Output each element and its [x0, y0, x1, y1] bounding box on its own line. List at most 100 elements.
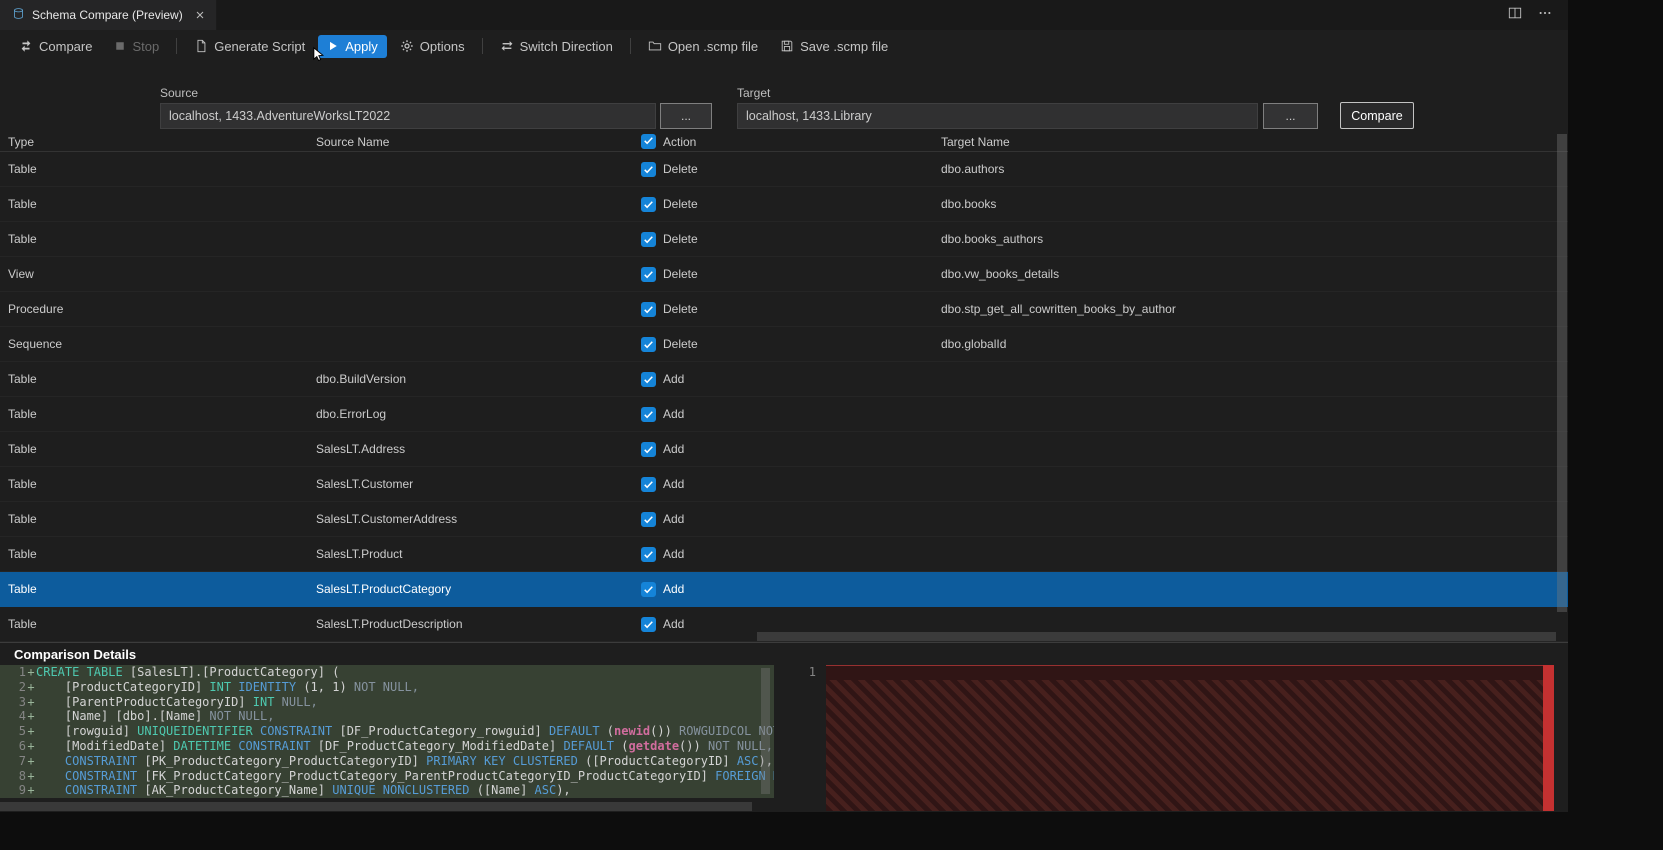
include-checkbox[interactable]	[640, 336, 656, 352]
row-action: Delete	[663, 337, 698, 351]
row-type: View	[8, 267, 34, 281]
row-type: Table	[8, 582, 37, 596]
target-browse-button[interactable]: ...	[1263, 103, 1318, 129]
table-row[interactable]: Table dbo.ErrorLog Add	[0, 397, 1568, 432]
diff-add-marker: +	[27, 694, 35, 709]
row-action: Add	[663, 372, 685, 386]
diff-left-horizontal-scrollbar[interactable]	[0, 802, 752, 811]
row-action: Add	[663, 617, 685, 631]
code-line-content: [rowguid] UNIQUEIDENTIFIER CONSTRAINT [D…	[36, 724, 774, 739]
editor-actions	[1508, 6, 1568, 25]
include-checkbox[interactable]	[640, 511, 656, 527]
table-row[interactable]: Table dbo.BuildVersion Add	[0, 362, 1568, 397]
tab-schema-compare[interactable]: Schema Compare (Preview)	[0, 0, 217, 30]
include-checkbox[interactable]	[640, 231, 656, 247]
diff-overview-ruler	[1543, 665, 1554, 811]
target-input[interactable]	[737, 103, 1258, 129]
include-checkbox[interactable]	[640, 161, 656, 177]
column-header-source-name[interactable]: Source Name	[316, 135, 633, 149]
include-checkbox[interactable]	[640, 196, 656, 212]
line-number: 7	[18, 753, 26, 768]
include-checkbox[interactable]	[640, 441, 656, 457]
compare-button[interactable]: Compare	[10, 35, 101, 58]
row-action: Delete	[663, 267, 698, 281]
code-line-content: [Name] [dbo].[Name] NOT NULL,	[36, 709, 275, 724]
row-action: Add	[663, 442, 685, 456]
table-row[interactable]: View Delete dbo.vw_books_details	[0, 257, 1568, 292]
row-target-name: dbo.stp_get_all_cowritten_books_by_autho…	[941, 302, 1176, 316]
row-action: Delete	[663, 197, 698, 211]
row-type: Sequence	[8, 337, 63, 351]
tab-bar: Schema Compare (Preview)	[0, 0, 1568, 30]
compare-icon	[19, 39, 33, 53]
table-row[interactable]: Table Delete dbo.books	[0, 187, 1568, 222]
table-row[interactable]: Table Delete dbo.books_authors	[0, 222, 1568, 257]
table-row[interactable]: Table SalesLT.Product Add	[0, 537, 1568, 572]
diff-add-marker: +	[27, 753, 35, 768]
code-line-content: CREATE TABLE [SalesLT].[ProductCategory]…	[36, 665, 340, 679]
line-number: 8	[18, 768, 26, 783]
diff-removed-first-line	[826, 665, 1543, 680]
toolbar-item-label: Compare	[39, 38, 93, 54]
split-editor-icon[interactable]	[1508, 6, 1522, 25]
code-line-content: CONSTRAINT [FK_ProductCategory_ProductCa…	[36, 768, 774, 783]
compare-run-button[interactable]: Compare	[1340, 102, 1414, 129]
code-line: 7 + CONSTRAINT [PK_ProductCategory_Produc…	[0, 753, 774, 769]
include-checkbox[interactable]	[640, 371, 656, 387]
toolbar-item-label: Open .scmp file	[667, 38, 759, 54]
line-number: 3	[18, 694, 26, 709]
toolbar-item-label: Switch Direction	[519, 38, 613, 54]
row-type: Table	[8, 372, 37, 386]
grid-vertical-scrollbar[interactable]	[1556, 134, 1568, 622]
include-checkbox[interactable]	[640, 546, 656, 562]
generate-script-button[interactable]: Generate Script	[185, 35, 314, 58]
row-action: Add	[663, 407, 685, 421]
diff-left-vertical-scrollbar[interactable]	[761, 668, 770, 794]
row-source-name: SalesLT.ProductDescription	[316, 617, 463, 631]
stop-button[interactable]: Stop	[105, 35, 168, 58]
grid-horizontal-scrollbar[interactable]	[757, 632, 1556, 641]
line-number: 9	[18, 783, 26, 798]
switch-direction-button[interactable]: Switch Direction	[491, 35, 622, 58]
row-source-name: dbo.ErrorLog	[316, 407, 387, 421]
include-checkbox[interactable]	[640, 581, 656, 597]
column-header-target-name[interactable]: Target Name	[941, 135, 1253, 149]
column-header-action[interactable]: Action	[663, 135, 941, 149]
source-browse-button[interactable]: ...	[660, 103, 712, 129]
toolbar-item-label: Generate Script	[214, 38, 306, 54]
code-line: 5 + [rowguid] UNIQUEIDENTIFIER CONSTRAINT…	[0, 724, 774, 739]
open-scmp-button[interactable]: Open .scmp file	[639, 35, 767, 58]
save-scmp-button[interactable]: Save .scmp file	[771, 35, 897, 58]
table-row[interactable]: Sequence Delete dbo.globalId	[0, 327, 1568, 362]
options-button[interactable]: Options	[391, 35, 474, 58]
code-line: 8 + CONSTRAINT [FK_ProductCategory_Produc…	[0, 768, 774, 784]
row-type: Table	[8, 162, 37, 176]
results-grid: Type Source Name Action Target Name Tabl…	[0, 132, 1568, 642]
include-checkbox[interactable]	[640, 301, 656, 317]
include-checkbox[interactable]	[640, 616, 656, 632]
code-line: 3 + [ParentProductCategoryID] INT NULL,	[0, 694, 774, 710]
scrollbar-thumb[interactable]	[1557, 134, 1567, 612]
more-actions-icon[interactable]	[1538, 6, 1552, 25]
diff-right-line-number: 1	[808, 665, 816, 679]
row-target-name: dbo.books	[941, 197, 997, 211]
select-all-checkbox[interactable]	[640, 134, 656, 149]
table-row[interactable]: Table SalesLT.Customer Add	[0, 467, 1568, 502]
table-row[interactable]: Table SalesLT.ProductCategory Add	[0, 572, 1568, 607]
toolbar-item-label: Save .scmp file	[800, 38, 889, 54]
close-icon[interactable]	[194, 9, 206, 21]
table-row[interactable]: Table Delete dbo.authors	[0, 152, 1568, 187]
apply-button[interactable]: Apply	[318, 34, 387, 58]
table-row[interactable]: Table SalesLT.CustomerAddress Add	[0, 502, 1568, 537]
gear-icon	[400, 39, 414, 53]
schema-compare-window: Schema Compare (Preview) Compare Stop Ge…	[0, 0, 1568, 812]
table-row[interactable]: Procedure Delete dbo.stp_get_all_cowritt…	[0, 292, 1568, 327]
source-input[interactable]	[160, 103, 656, 129]
code-line-content: CONSTRAINT [AK_ProductCategory_Name] UNI…	[36, 783, 571, 798]
table-row[interactable]: Table SalesLT.Address Add	[0, 432, 1568, 467]
include-checkbox[interactable]	[640, 266, 656, 282]
include-checkbox[interactable]	[640, 406, 656, 422]
column-header-type[interactable]: Type	[0, 135, 316, 149]
folder-open-icon	[648, 39, 662, 53]
include-checkbox[interactable]	[640, 476, 656, 492]
